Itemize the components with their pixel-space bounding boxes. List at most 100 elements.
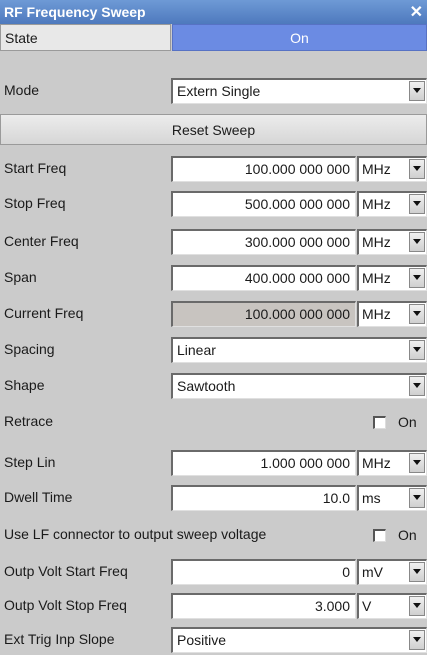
current-freq-row: Current Freq 100.000 000 000 MHz — [0, 301, 427, 327]
center-freq-value: 300.000 000 000 — [244, 234, 350, 250]
current-freq-display: 100.000 000 000 — [171, 301, 356, 327]
stop-freq-row: Stop Freq 500.000 000 000 MHz — [0, 191, 427, 217]
outp-volt-stop-unit: V — [362, 598, 372, 614]
chevron-down-icon[interactable] — [409, 488, 425, 508]
spacing-row: Spacing Linear — [0, 337, 427, 363]
state-label: State — [5, 30, 38, 46]
step-lin-row: Step Lin 1.000 000 000 MHz — [0, 450, 427, 476]
outp-volt-start-value: 0 — [342, 564, 350, 580]
outp-volt-stop-row: Outp Volt Stop Freq 3.000 V — [0, 593, 427, 619]
step-lin-label: Step Lin — [4, 454, 56, 470]
dwell-time-value: 10.0 — [322, 490, 350, 506]
dwell-time-input[interactable]: 10.0 — [171, 485, 356, 511]
reset-row: Reset Sweep — [0, 114, 427, 145]
step-lin-value: 1.000 000 000 — [260, 455, 350, 471]
reset-sweep-button[interactable]: Reset Sweep — [0, 114, 427, 145]
dwell-time-unit: ms — [362, 490, 381, 506]
chevron-down-icon[interactable] — [409, 340, 425, 360]
chevron-down-icon[interactable] — [409, 562, 425, 582]
center-freq-unit-select[interactable]: MHz — [357, 229, 427, 255]
spacing-select[interactable]: Linear — [171, 337, 427, 363]
chevron-down-icon[interactable] — [409, 376, 425, 396]
chevron-down-icon[interactable] — [409, 232, 425, 252]
center-freq-row: Center Freq 300.000 000 000 MHz — [0, 229, 427, 255]
retrace-label: Retrace — [4, 413, 54, 429]
chevron-down-icon[interactable] — [409, 81, 425, 101]
start-freq-unit: MHz — [362, 161, 391, 177]
window-title-bar: RF Frequency Sweep ✕ — [0, 0, 427, 24]
mode-select[interactable]: Extern Single — [171, 78, 427, 104]
center-freq-unit: MHz — [362, 234, 391, 250]
step-lin-unit-select[interactable]: MHz — [357, 450, 427, 476]
start-freq-unit-select[interactable]: MHz — [357, 156, 427, 182]
chevron-down-icon[interactable] — [409, 304, 425, 324]
ext-trig-select[interactable]: Positive — [171, 627, 427, 653]
start-freq-row: Start Freq 100.000 000 000 MHz — [0, 156, 427, 182]
outp-volt-stop-label: Outp Volt Stop Freq — [4, 597, 127, 613]
step-lin-input[interactable]: 1.000 000 000 — [171, 450, 356, 476]
chevron-down-icon[interactable] — [409, 268, 425, 288]
retrace-checkbox[interactable] — [373, 416, 386, 429]
mode-label: Mode — [4, 82, 40, 98]
chevron-down-icon[interactable] — [409, 194, 425, 214]
center-freq-input[interactable]: 300.000 000 000 — [171, 229, 356, 255]
state-toggle-button[interactable]: On — [172, 24, 427, 51]
start-freq-input[interactable]: 100.000 000 000 — [171, 156, 356, 182]
ext-trig-row: Ext Trig Inp Slope Positive — [0, 627, 427, 653]
lf-connector-on-label: On — [398, 527, 417, 543]
outp-volt-stop-value: 3.000 — [314, 598, 350, 614]
step-lin-unit: MHz — [362, 455, 391, 471]
start-freq-label: Start Freq — [4, 160, 67, 176]
span-unit-select[interactable]: MHz — [357, 265, 427, 291]
dwell-time-label: Dwell Time — [4, 489, 73, 505]
span-value: 400.000 000 000 — [244, 270, 350, 286]
chevron-down-icon[interactable] — [409, 453, 425, 473]
stop-freq-label: Stop Freq — [4, 195, 66, 211]
span-input[interactable]: 400.000 000 000 — [171, 265, 356, 291]
ext-trig-value: Positive — [177, 632, 227, 648]
shape-row: Shape Sawtooth — [0, 373, 427, 399]
outp-volt-start-input[interactable]: 0 — [171, 559, 356, 585]
outp-volt-start-row: Outp Volt Start Freq 0 mV — [0, 559, 427, 585]
outp-volt-stop-input[interactable]: 3.000 — [171, 593, 356, 619]
stop-freq-input[interactable]: 500.000 000 000 — [171, 191, 356, 217]
start-freq-value: 100.000 000 000 — [244, 161, 350, 177]
shape-value: Sawtooth — [177, 378, 236, 394]
current-freq-label: Current Freq — [4, 305, 84, 321]
chevron-down-icon[interactable] — [409, 630, 425, 650]
current-freq-unit-select[interactable]: MHz — [357, 301, 427, 327]
ext-trig-label: Ext Trig Inp Slope — [4, 631, 115, 647]
state-row: State On — [0, 24, 427, 51]
retrace-on-label: On — [398, 414, 417, 430]
mode-value: Extern Single — [177, 83, 261, 99]
span-row: Span 400.000 000 000 MHz — [0, 265, 427, 291]
stop-freq-unit: MHz — [362, 196, 391, 212]
outp-volt-stop-unit-select[interactable]: V — [357, 593, 427, 619]
mode-row: Mode Extern Single — [0, 78, 427, 104]
chevron-down-icon[interactable] — [409, 159, 425, 179]
outp-volt-start-label: Outp Volt Start Freq — [4, 563, 128, 579]
window-title: RF Frequency Sweep — [4, 4, 146, 20]
spacing-value: Linear — [177, 342, 216, 358]
dwell-time-row: Dwell Time 10.0 ms — [0, 485, 427, 511]
state-label-cell: State — [0, 24, 171, 51]
spacing-label: Spacing — [4, 341, 55, 357]
stop-freq-unit-select[interactable]: MHz — [357, 191, 427, 217]
close-icon[interactable]: ✕ — [410, 2, 423, 22]
lf-connector-checkbox[interactable] — [373, 529, 386, 542]
shape-label: Shape — [4, 377, 45, 393]
dwell-time-unit-select[interactable]: ms — [357, 485, 427, 511]
center-freq-label: Center Freq — [4, 233, 79, 249]
chevron-down-icon[interactable] — [409, 596, 425, 616]
outp-volt-start-unit: mV — [362, 564, 383, 580]
current-freq-value: 100.000 000 000 — [244, 306, 350, 322]
current-freq-unit: MHz — [362, 306, 391, 322]
lf-connector-label: Use LF connector to output sweep voltage — [4, 526, 267, 542]
stop-freq-value: 500.000 000 000 — [244, 196, 350, 212]
outp-volt-start-unit-select[interactable]: mV — [357, 559, 427, 585]
span-label: Span — [4, 269, 37, 285]
shape-select[interactable]: Sawtooth — [171, 373, 427, 399]
lf-connector-row: Use LF connector to output sweep voltage… — [0, 522, 427, 548]
retrace-row: Retrace On — [0, 409, 427, 435]
span-unit: MHz — [362, 270, 391, 286]
